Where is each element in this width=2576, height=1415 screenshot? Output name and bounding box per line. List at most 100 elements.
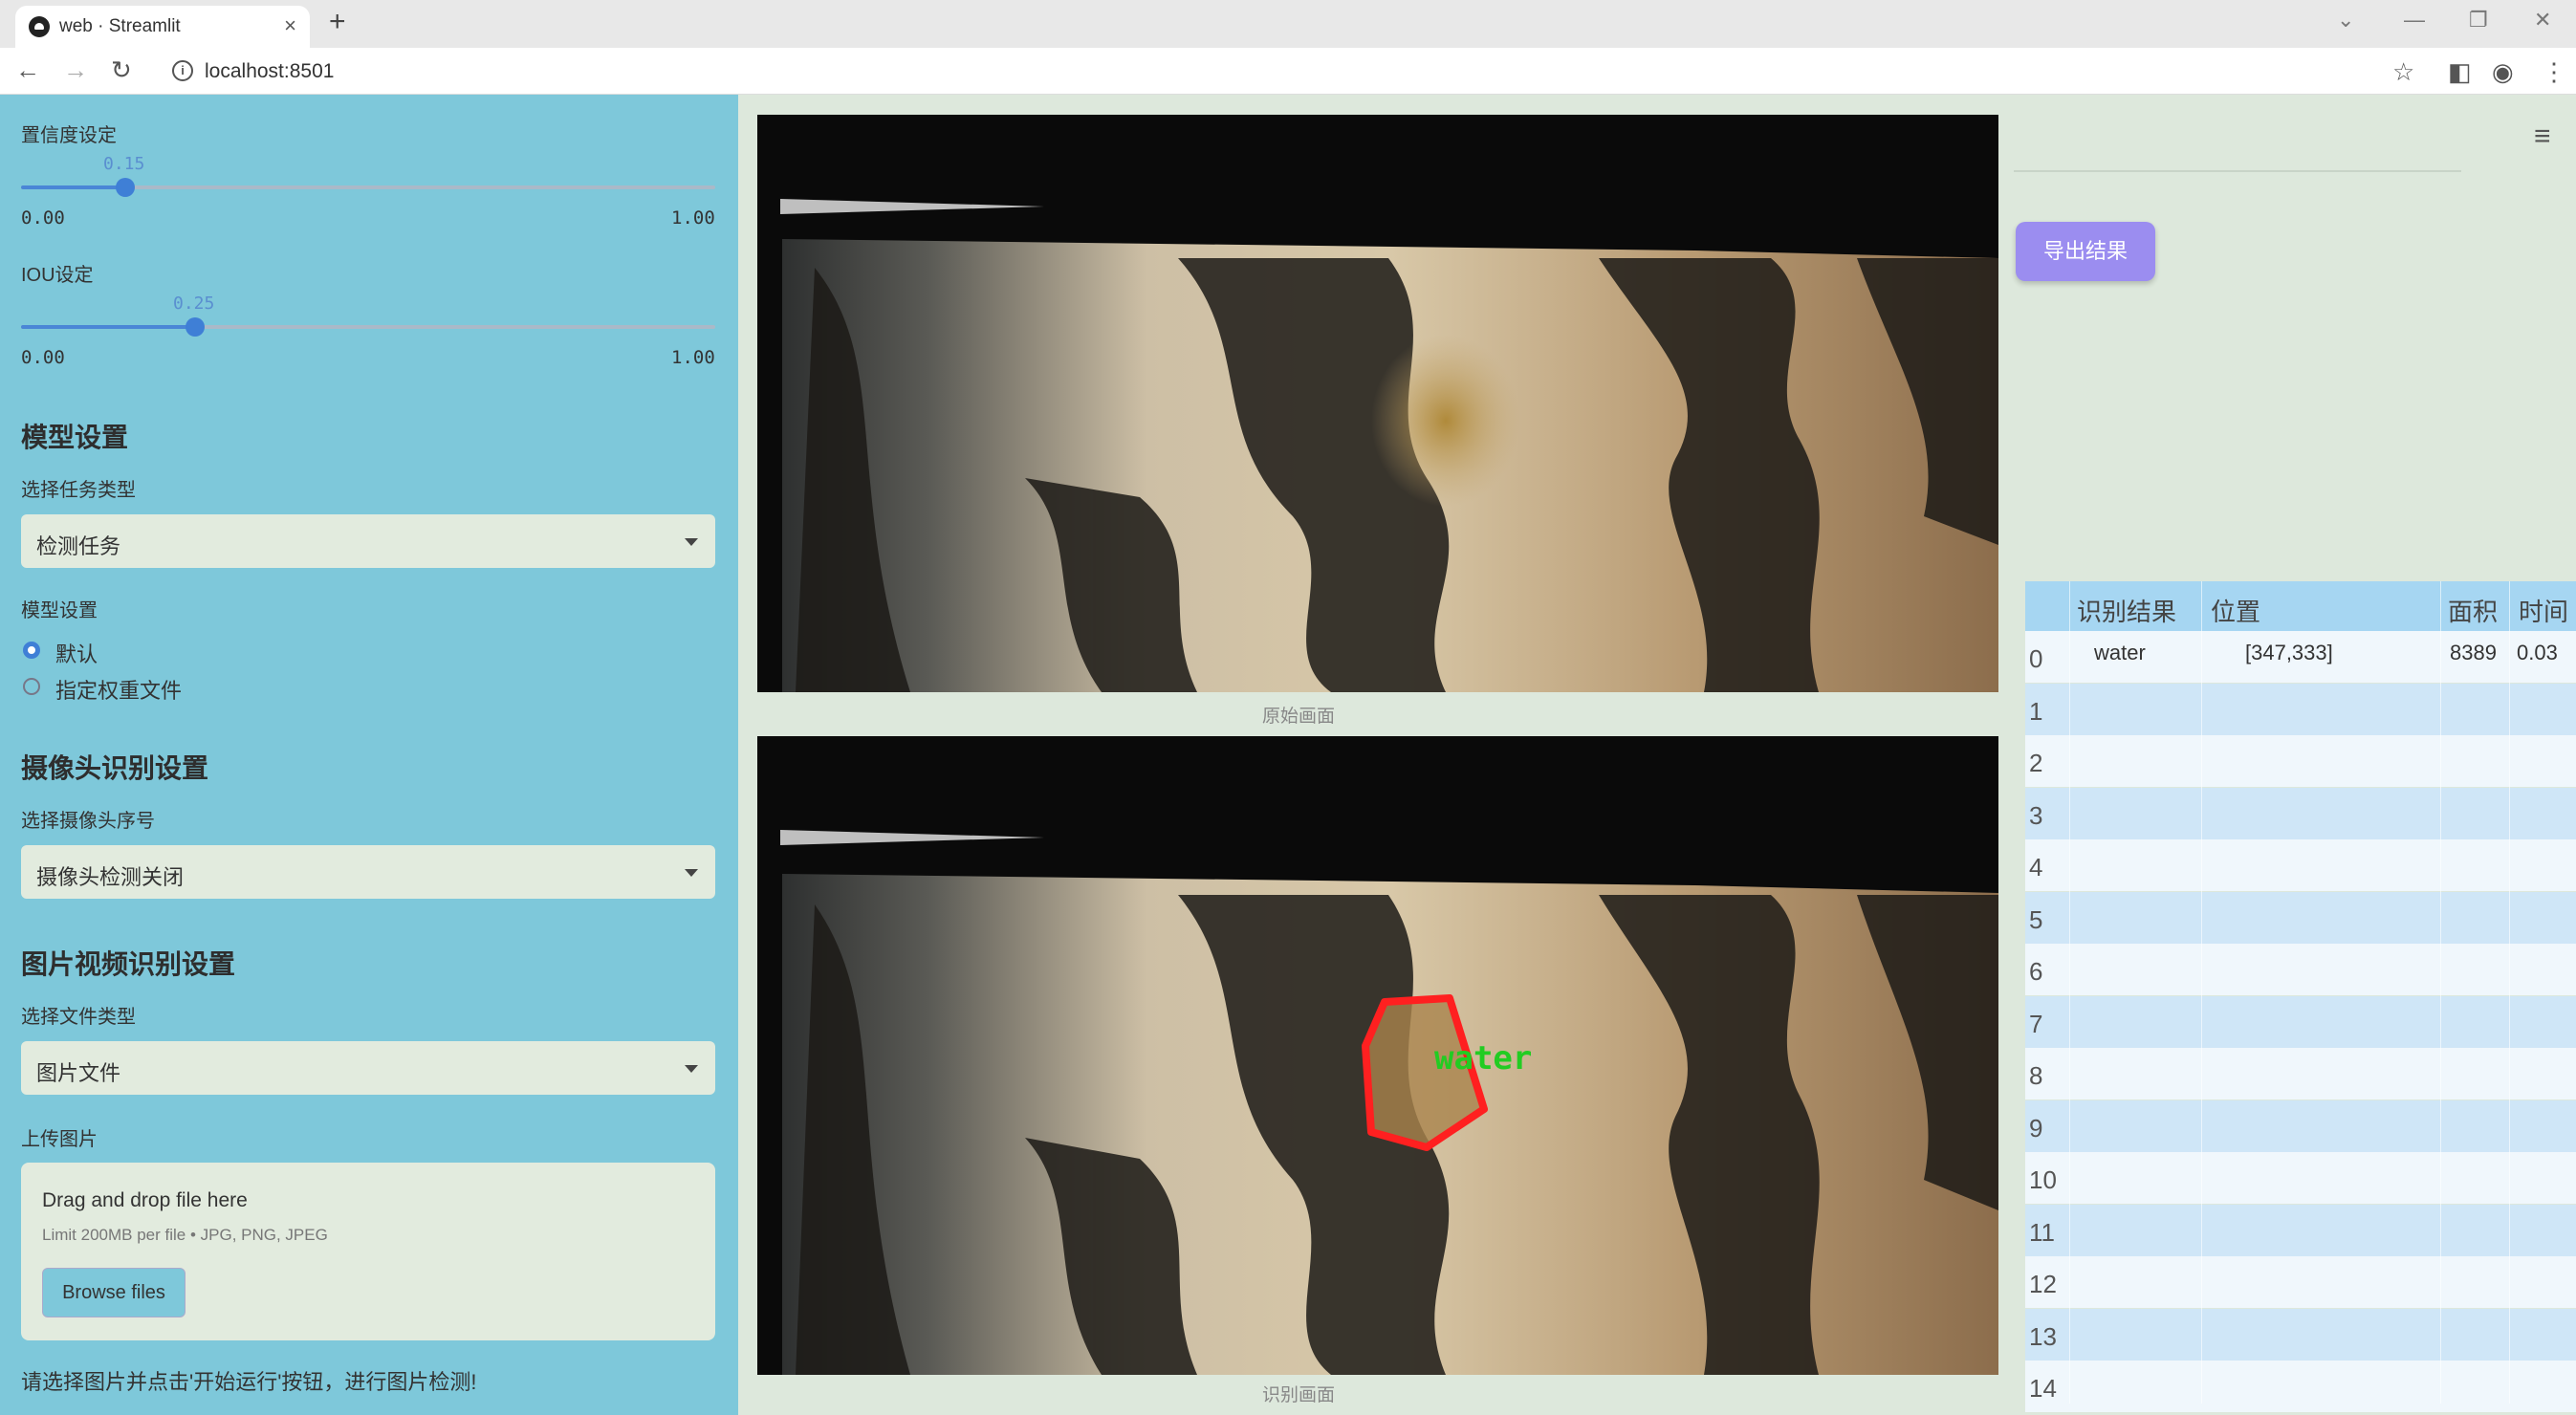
model-section-heading: 模型设置 bbox=[21, 423, 129, 452]
task-type-value: 检测任务 bbox=[36, 534, 121, 558]
cell-position: [347,333] bbox=[2245, 641, 2333, 664]
header-position[interactable]: 位置 bbox=[2211, 593, 2260, 628]
radio-custom-weights-label[interactable]: 指定权重文件 bbox=[55, 674, 182, 705]
hamburger-menu-icon[interactable]: ≡ bbox=[2534, 120, 2551, 153]
table-row[interactable]: 1 bbox=[2025, 683, 2576, 735]
minimize-icon[interactable]: — bbox=[2404, 8, 2425, 33]
sidebar: 置信度设定 0.15 0.00 1.00 IOU设定 0.25 0.00 1.0… bbox=[0, 95, 738, 1415]
caret-down-icon bbox=[685, 1065, 698, 1073]
right-panel-divider bbox=[2014, 170, 2461, 172]
url-field[interactable]: i localhost:8501 bbox=[159, 54, 2387, 88]
model-label: 模型设置 bbox=[21, 600, 98, 621]
browse-files-button[interactable]: Browse files bbox=[42, 1268, 186, 1317]
column-divider bbox=[2201, 581, 2202, 1404]
original-image bbox=[757, 115, 1998, 692]
table-row[interactable]: 5 bbox=[2025, 891, 2576, 944]
row-index: 13 bbox=[2029, 1321, 2057, 1351]
restore-icon[interactable]: ❐ bbox=[2469, 8, 2488, 33]
menu-dots-icon[interactable]: ⋮ bbox=[2542, 57, 2566, 87]
header-area[interactable]: 面积 bbox=[2448, 593, 2498, 628]
table-row[interactable]: 9 bbox=[2025, 1099, 2576, 1152]
file-type-select[interactable]: 图片文件 bbox=[21, 1041, 715, 1095]
iou-slider[interactable] bbox=[21, 317, 715, 337]
row-index: 11 bbox=[2029, 1217, 2055, 1247]
table-row[interactable]: 8 bbox=[2025, 1048, 2576, 1099]
table-row[interactable]: 0 water [347,333] 8389 0.03 bbox=[2025, 631, 2576, 683]
row-index: 12 bbox=[2029, 1270, 2057, 1298]
confidence-slider-thumb[interactable] bbox=[115, 178, 135, 197]
table-header: 识别结果 位置 面积 时间 bbox=[2025, 581, 2576, 631]
file-dropzone[interactable]: Drag and drop file here Limit 200MB per … bbox=[21, 1163, 715, 1340]
camera-section-heading: 摄像头识别设置 bbox=[21, 753, 209, 783]
row-index: 14 bbox=[2029, 1374, 2057, 1403]
cell-result: water bbox=[2094, 641, 2146, 664]
url-text[interactable]: localhost:8501 bbox=[205, 60, 334, 83]
confidence-max: 1.00 bbox=[671, 207, 715, 229]
profile-icon[interactable]: ◉ bbox=[2492, 57, 2514, 87]
table-row[interactable]: 2 bbox=[2025, 735, 2576, 787]
iou-min: 0.00 bbox=[21, 347, 65, 368]
table-row[interactable]: 7 bbox=[2025, 995, 2576, 1048]
star-icon[interactable]: ☆ bbox=[2392, 57, 2414, 87]
table-row[interactable]: 12 bbox=[2025, 1256, 2576, 1308]
table-row[interactable]: 14 bbox=[2025, 1361, 2576, 1412]
column-divider bbox=[2440, 581, 2441, 1404]
column-divider bbox=[2069, 581, 2070, 1404]
row-index: 2 bbox=[2029, 749, 2043, 777]
browser-tab[interactable]: web · Streamlit × bbox=[15, 6, 310, 48]
row-index: 0 bbox=[2029, 644, 2043, 673]
confidence-min: 0.00 bbox=[21, 207, 65, 229]
row-index: 4 bbox=[2029, 853, 2043, 882]
header-time[interactable]: 时间 bbox=[2519, 593, 2568, 628]
confidence-label: 置信度设定 bbox=[21, 125, 117, 146]
instruction-text: 请选择图片并点击'开始运行'按钮，进行图片检测! bbox=[21, 1370, 477, 1394]
task-type-label: 选择任务类型 bbox=[21, 480, 136, 501]
cell-area: 8389 bbox=[2450, 641, 2497, 664]
tab-search-chevron-icon[interactable]: ⌄ bbox=[2337, 8, 2354, 33]
address-bar: ← → ↻ i localhost:8501 ☆ ◧ ◉ ⋮ bbox=[0, 48, 2576, 95]
iou-max: 1.00 bbox=[671, 347, 715, 368]
back-icon[interactable]: ← bbox=[15, 55, 40, 85]
task-type-select[interactable]: 检测任务 bbox=[21, 514, 715, 568]
detected-image: water bbox=[757, 736, 1998, 1375]
table-row[interactable]: 4 bbox=[2025, 839, 2576, 891]
close-window-icon[interactable]: ✕ bbox=[2534, 8, 2551, 33]
table-row[interactable]: 10 bbox=[2025, 1152, 2576, 1204]
reload-icon[interactable]: ↻ bbox=[111, 55, 132, 85]
table-row[interactable]: 6 bbox=[2025, 944, 2576, 995]
close-tab-icon[interactable]: × bbox=[284, 13, 296, 38]
upload-label: 上传图片 bbox=[21, 1129, 98, 1150]
table-row[interactable]: 13 bbox=[2025, 1308, 2576, 1361]
camera-select[interactable]: 摄像头检测关闭 bbox=[21, 845, 715, 899]
caret-down-icon bbox=[685, 869, 698, 877]
streamlit-favicon-icon bbox=[29, 16, 50, 37]
original-image-caption: 原始画面 bbox=[1262, 707, 1336, 727]
export-results-button[interactable]: 导出结果 bbox=[2016, 222, 2155, 281]
detection-label: water bbox=[1434, 1039, 1532, 1078]
table-row[interactable]: 3 bbox=[2025, 787, 2576, 839]
header-result[interactable]: 识别结果 bbox=[2077, 593, 2176, 628]
iou-value: 0.25 bbox=[173, 294, 215, 314]
confidence-slider-fill bbox=[21, 185, 125, 189]
radio-default[interactable] bbox=[23, 642, 40, 659]
confidence-value: 0.15 bbox=[103, 154, 145, 174]
cell-time: 0.03 bbox=[2517, 641, 2558, 664]
table-row[interactable]: 11 bbox=[2025, 1204, 2576, 1256]
row-index: 7 bbox=[2029, 1009, 2043, 1038]
detected-image-graphic: water bbox=[757, 736, 1998, 1375]
confidence-slider[interactable] bbox=[21, 178, 715, 197]
sidebar-toggle-icon[interactable]: ◧ bbox=[2448, 57, 2472, 87]
row-index: 8 bbox=[2029, 1061, 2043, 1090]
row-index: 5 bbox=[2029, 904, 2043, 934]
forward-icon[interactable]: → bbox=[63, 55, 88, 85]
file-type-label: 选择文件类型 bbox=[21, 1007, 136, 1028]
info-icon[interactable]: i bbox=[172, 60, 193, 81]
iou-slider-thumb[interactable] bbox=[185, 317, 205, 337]
dropzone-text: Drag and drop file here bbox=[42, 1189, 248, 1211]
radio-default-label[interactable]: 默认 bbox=[55, 638, 98, 668]
row-index: 1 bbox=[2029, 696, 2043, 726]
radio-custom-weights[interactable] bbox=[23, 678, 40, 695]
new-tab-icon[interactable]: + bbox=[329, 6, 346, 38]
column-divider bbox=[2509, 581, 2510, 1404]
row-index: 3 bbox=[2029, 800, 2043, 830]
